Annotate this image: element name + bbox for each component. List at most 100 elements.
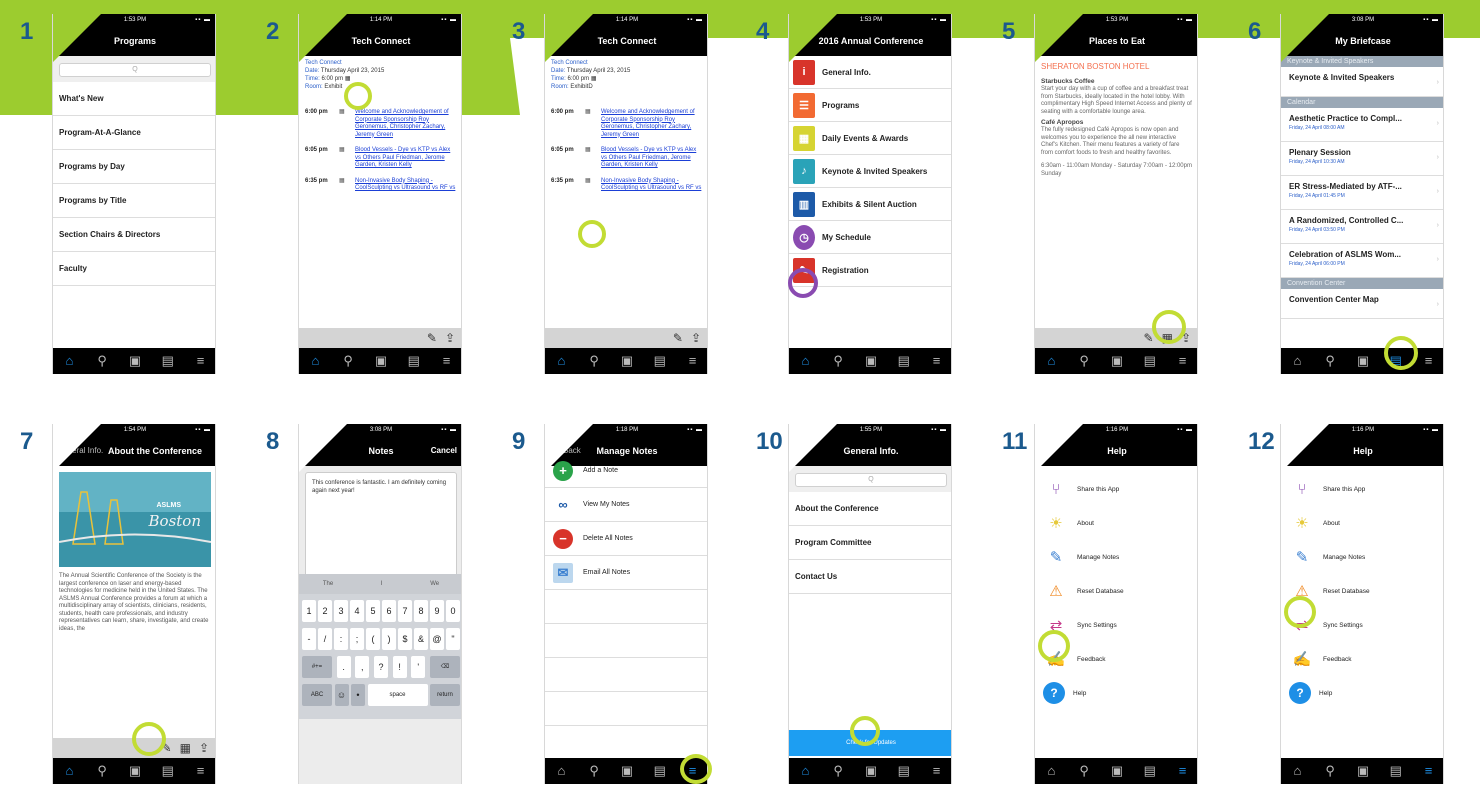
briefcase-icon[interactable]: ▤: [1384, 761, 1408, 781]
menu-icon[interactable]: ≡: [1417, 761, 1441, 781]
menu-item-keynote[interactable]: ♪ Keynote & Invited Speakers: [789, 155, 951, 188]
reset-database-item[interactable]: ⚠ Reset Database: [1035, 574, 1197, 608]
briefcase-item[interactable]: A Randomized, Controlled C... Friday, 24 …: [1281, 210, 1443, 244]
key[interactable]: .: [336, 656, 351, 678]
list-item[interactable]: Section Chairs & Directors: [53, 218, 215, 252]
briefcase-icon[interactable]: ▤: [648, 761, 672, 781]
menu-icon[interactable]: ≡: [1417, 351, 1441, 371]
session-link[interactable]: Welcome and Acknowledgement of Corporate…: [601, 109, 703, 139]
abc-key[interactable]: ABC: [302, 684, 332, 706]
delete-notes-item[interactable]: − Delete All Notes: [545, 522, 707, 556]
note-icon[interactable]: ✎: [673, 331, 683, 345]
cancel-button[interactable]: Cancel: [431, 446, 457, 455]
meeting-icon[interactable]: ▣: [1351, 761, 1375, 781]
list-item[interactable]: Programs by Day: [53, 150, 215, 184]
search-input[interactable]: Q: [59, 63, 211, 77]
key[interactable]: /: [318, 628, 332, 650]
meeting-icon[interactable]: ▣: [1105, 761, 1129, 781]
session-row[interactable]: 6:00 pm ▦ Welcome and Acknowledgement of C…: [545, 105, 707, 143]
meeting-icon[interactable]: ▣: [1351, 351, 1375, 371]
search-icon[interactable]: ⚲: [826, 351, 850, 371]
calendar-icon[interactable]: ▦: [585, 178, 601, 193]
search-icon[interactable]: ⚲: [336, 351, 360, 371]
session-link[interactable]: Non-Invasive Body Shaping - CoolSculptin…: [601, 178, 703, 193]
session-link[interactable]: Blood Vessels - Dye vs KTP vs Alex vs Ot…: [601, 147, 703, 170]
menu-icon[interactable]: ≡: [1171, 351, 1195, 371]
session-row[interactable]: 6:35 pm ▦ Non-Invasive Body Shaping - Cool…: [299, 174, 461, 197]
share-icon[interactable]: ⇪: [199, 741, 209, 755]
home-icon[interactable]: ⌂: [57, 761, 81, 781]
home-icon[interactable]: ⌂: [549, 761, 573, 781]
briefcase-icon[interactable]: ▤: [648, 351, 672, 371]
search-icon[interactable]: ⚲: [1318, 761, 1342, 781]
key[interactable]: 4: [350, 600, 364, 622]
share-icon[interactable]: ⇪: [1181, 331, 1191, 345]
share-icon[interactable]: ⇪: [445, 331, 455, 345]
list-item[interactable]: Faculty: [53, 252, 215, 286]
sync-settings-item[interactable]: ⇄ Sync Settings: [1281, 608, 1443, 642]
briefcase-item[interactable]: Plenary Session Friday, 24 April 10:30 AM…: [1281, 142, 1443, 176]
session-row[interactable]: 6:05 pm ▦ Blood Vessels - Dye vs KTP vs Al…: [545, 143, 707, 174]
meeting-icon[interactable]: ▣: [859, 351, 883, 371]
key[interactable]: 3: [334, 600, 348, 622]
briefcase-icon[interactable]: ▤: [892, 351, 916, 371]
note-icon[interactable]: ✎: [427, 331, 437, 345]
briefcase-icon[interactable]: ▤: [1384, 351, 1408, 371]
key[interactable]: -: [302, 628, 316, 650]
calendar-icon[interactable]: ▦: [345, 76, 351, 82]
key[interactable]: (: [366, 628, 380, 650]
session-link[interactable]: Welcome and Acknowledgement of Corporate…: [355, 109, 457, 139]
suggestion[interactable]: We: [430, 581, 439, 587]
search-icon[interactable]: ⚲: [582, 351, 606, 371]
calendar-icon[interactable]: ▦: [180, 741, 191, 755]
menu-icon[interactable]: ≡: [925, 351, 949, 371]
briefcase-icon[interactable]: ▤: [892, 761, 916, 781]
key[interactable]: @: [430, 628, 444, 650]
menu-icon[interactable]: ≡: [681, 351, 705, 371]
manage-notes-item[interactable]: ✎ Manage Notes: [1035, 540, 1197, 574]
home-icon[interactable]: ⌂: [303, 351, 327, 371]
key[interactable]: 5: [366, 600, 380, 622]
menu-icon[interactable]: ≡: [189, 761, 213, 781]
menu-item-my-schedule[interactable]: ◷ My Schedule: [789, 221, 951, 254]
key[interactable]: 9: [430, 600, 444, 622]
key[interactable]: ): [382, 628, 396, 650]
menu-icon[interactable]: ≡: [681, 761, 705, 781]
briefcase-item[interactable]: Keynote & Invited Speakers ›: [1281, 67, 1443, 97]
help-item[interactable]: ? Help: [1281, 676, 1443, 710]
meeting-icon[interactable]: ▣: [123, 351, 147, 371]
menu-item-programs[interactable]: ☰ Programs: [789, 89, 951, 122]
key[interactable]: ': [411, 656, 426, 678]
key[interactable]: ,: [355, 656, 370, 678]
calendar-icon[interactable]: ▦: [591, 76, 597, 82]
key[interactable]: ;: [350, 628, 364, 650]
key[interactable]: ": [446, 628, 460, 650]
meeting-icon[interactable]: ▣: [615, 351, 639, 371]
calendar-icon[interactable]: ▦: [585, 109, 601, 139]
briefcase-item[interactable]: Convention Center Map ›: [1281, 289, 1443, 319]
key[interactable]: $: [398, 628, 412, 650]
sync-settings-item[interactable]: ⇄ Sync Settings: [1035, 608, 1197, 642]
key[interactable]: &: [414, 628, 428, 650]
feedback-item[interactable]: ✍ Feedback: [1281, 642, 1443, 676]
calendar-icon[interactable]: ▦: [339, 109, 355, 139]
menu-icon[interactable]: ≡: [1171, 761, 1195, 781]
space-key[interactable]: space: [367, 684, 428, 706]
key[interactable]: 1: [302, 600, 316, 622]
home-icon[interactable]: ⌂: [549, 351, 573, 371]
calendar-icon[interactable]: ▦: [1162, 331, 1173, 345]
key[interactable]: !: [392, 656, 407, 678]
view-notes-item[interactable]: ∞ View My Notes: [545, 488, 707, 522]
suggestion[interactable]: I: [381, 581, 383, 587]
feedback-item[interactable]: ✍ Feedback: [1035, 642, 1197, 676]
note-icon[interactable]: ✎: [162, 741, 172, 755]
key[interactable]: 8: [414, 600, 428, 622]
home-icon[interactable]: ⌂: [1285, 351, 1309, 371]
menu-item-daily-events[interactable]: ▦ Daily Events & Awards: [789, 122, 951, 155]
meeting-icon[interactable]: ▣: [859, 761, 883, 781]
key[interactable]: ?: [373, 656, 388, 678]
reset-database-item[interactable]: ⚠ Reset Database: [1281, 574, 1443, 608]
home-icon[interactable]: ⌂: [793, 761, 817, 781]
menu-item-registration[interactable]: ✎ Registration: [789, 254, 951, 287]
share-app-item[interactable]: ⑂ Share this App: [1281, 472, 1443, 506]
